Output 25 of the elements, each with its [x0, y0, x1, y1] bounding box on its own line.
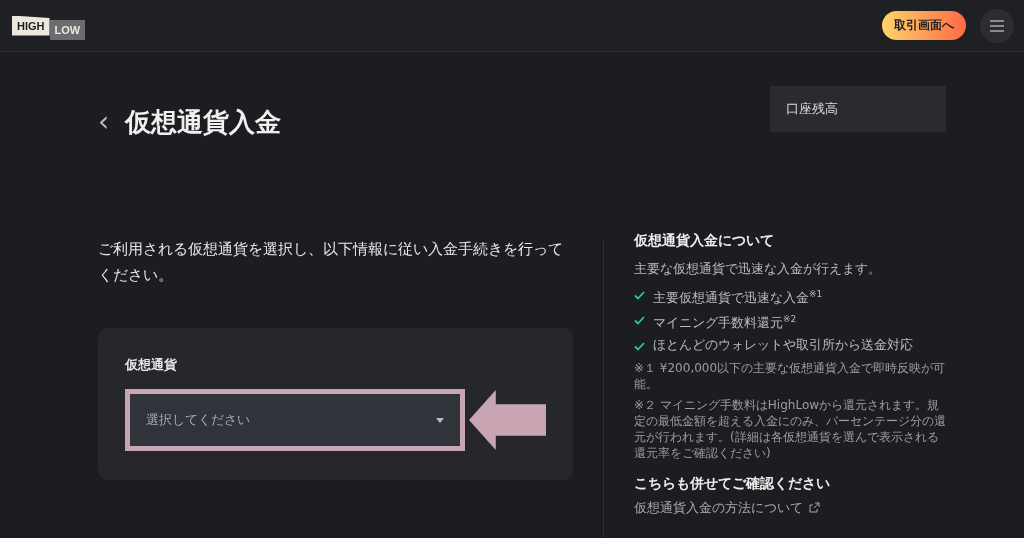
balance-panel: 口座残高 [770, 86, 946, 132]
footnote: ※２ マイニング手数料はHighLowから還元されます。規定の最低金額を超える入金にのみ、パーセンテージ分の還元が行われます。(詳細は各仮想通貨を選んで表示される還元率をご確認ください) [633, 396, 946, 461]
feature-text: 主要仮想通貨で迅速な入金$^{※1}$ [652, 288, 823, 308]
feature-text: マイニング手数料還元$^{※2}$ [652, 313, 797, 333]
dropdown-caret-icon [435, 417, 444, 423]
currency-select[interactable]: 選択してください [125, 389, 465, 451]
menu-icon [989, 18, 1005, 33]
check-icon [633, 341, 645, 351]
trade-screen-button[interactable]: 取引画面へ [882, 11, 966, 40]
menu-button[interactable] [980, 8, 1014, 43]
feature-text: ほとんどのウォレットや取引所から送金対応 [652, 335, 913, 354]
external-link-icon [808, 502, 820, 514]
back-link[interactable]: ‹ [98, 108, 110, 136]
logo-text: LOW [49, 19, 86, 40]
footnote: ※１ ¥200,000以下の主要な仮想通貨入金で即時反映が可能。 [633, 359, 946, 392]
help-link[interactable]: 仮想通貨入金の方法について [633, 498, 820, 517]
page-title: 仮想通貨入金 [125, 105, 282, 139]
check-icon [633, 316, 645, 326]
check-icon [633, 291, 645, 300]
lead-text: 主要な仮想通貨で迅速な入金が行えます。 [633, 260, 882, 278]
section-heading: 仮想通貨入金について [633, 232, 775, 250]
intro-text: ご利用される仮想通貨を選択し、以下情報に従い入金手続きを行ってください。 [98, 239, 564, 286]
section-heading: こちらも併せてご確認ください [633, 474, 831, 493]
logo-text: HIGH [12, 15, 50, 36]
field-label: 仮想通貨 [125, 356, 178, 374]
